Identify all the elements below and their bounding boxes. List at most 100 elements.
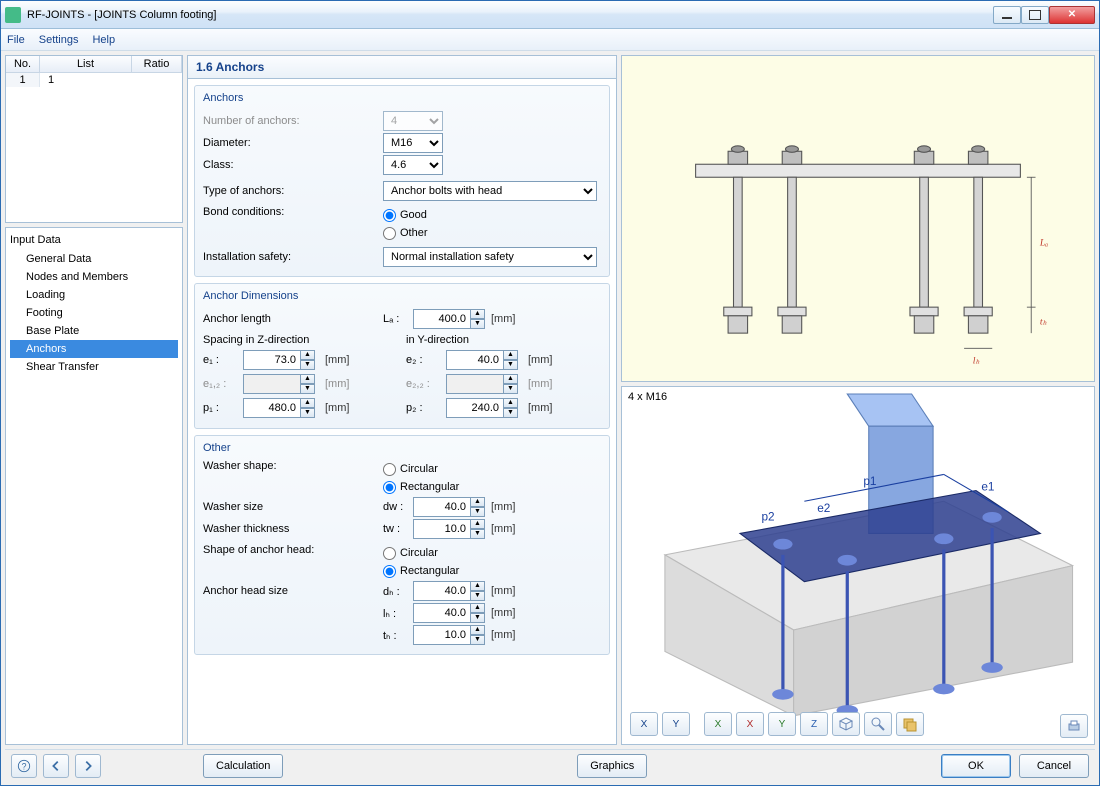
symbol-e12: e₁,₂ : bbox=[203, 378, 239, 390]
la-input[interactable]: ▲▼ bbox=[413, 309, 485, 329]
group-other-title: Other bbox=[203, 442, 601, 454]
label-head-size: Anchor head size bbox=[203, 585, 383, 597]
label-bond: Bond conditions: bbox=[203, 206, 383, 218]
layers-button[interactable] bbox=[896, 712, 924, 736]
dw-input[interactable]: ▲▼ bbox=[413, 497, 485, 517]
label-anchor-length: Anchor length bbox=[203, 313, 383, 325]
grid-header-list[interactable]: List bbox=[40, 56, 132, 72]
svg-text:Lₐ: Lₐ bbox=[1039, 237, 1048, 248]
label-install: Installation safety: bbox=[203, 251, 383, 263]
bottom-bar: ? Calculation Graphics OK Cancel bbox=[5, 749, 1095, 781]
rotate-neg-x-button[interactable]: X bbox=[736, 712, 764, 736]
svg-text:e2: e2 bbox=[817, 501, 830, 515]
anchor-type-select[interactable]: Anchor bolts with head bbox=[383, 181, 597, 201]
label-washer-shape: Washer shape: bbox=[203, 460, 383, 472]
iso-cube-button[interactable] bbox=[832, 712, 860, 736]
group-anchors-title: Anchors bbox=[203, 92, 601, 104]
menubar: File Settings Help bbox=[1, 29, 1099, 51]
calculation-button[interactable]: Calculation bbox=[203, 754, 283, 778]
view-x-button[interactable]: X bbox=[630, 712, 658, 736]
svg-text:?: ? bbox=[22, 761, 27, 771]
bond-other-radio[interactable]: Other bbox=[383, 224, 428, 242]
grid-header-ratio[interactable]: Ratio bbox=[132, 56, 182, 72]
help-button[interactable]: ? bbox=[11, 754, 37, 778]
svg-text:tₕ: tₕ bbox=[1040, 316, 1047, 327]
grid-header-no[interactable]: No. bbox=[6, 56, 40, 72]
p2-input[interactable]: ▲▼ bbox=[446, 398, 518, 418]
label-class: Class: bbox=[203, 159, 383, 171]
zoom-tool-button[interactable] bbox=[864, 712, 892, 736]
tree-item-anchors[interactable]: Anchors bbox=[10, 340, 178, 358]
next-button[interactable] bbox=[75, 754, 101, 778]
label-type: Type of anchors: bbox=[203, 185, 383, 197]
ok-button[interactable]: OK bbox=[941, 754, 1011, 778]
grid-row[interactable]: 1 1 bbox=[6, 73, 182, 87]
install-safety-select[interactable]: Normal installation safety bbox=[383, 247, 597, 267]
e22-input: ▲▼ bbox=[446, 374, 518, 394]
e2-input[interactable]: ▲▼ bbox=[446, 350, 518, 370]
group-dimensions: Anchor Dimensions Anchor length Lₐ : ▲▼ … bbox=[194, 283, 610, 429]
symbol-tw: tw : bbox=[383, 523, 413, 535]
dh-input[interactable]: ▲▼ bbox=[413, 581, 485, 601]
client-area: No. List Ratio 1 1 Input Data Genera bbox=[1, 51, 1099, 785]
symbol-p1: p₁ : bbox=[203, 402, 239, 414]
menu-help[interactable]: Help bbox=[92, 34, 115, 46]
bond-good-radio[interactable]: Good bbox=[383, 206, 428, 224]
symbol-lh: lₕ : bbox=[383, 607, 413, 620]
num-anchors-select: 4 bbox=[383, 111, 443, 131]
tree-item-footing[interactable]: Footing bbox=[10, 304, 178, 322]
diameter-select[interactable]: M16 bbox=[383, 133, 443, 153]
e1-input[interactable]: ▲▼ bbox=[243, 350, 315, 370]
tree-item-nodes[interactable]: Nodes and Members bbox=[10, 268, 178, 286]
prev-button[interactable] bbox=[43, 754, 69, 778]
label-washer-size: Washer size bbox=[203, 501, 383, 513]
rotate-x-button[interactable]: X bbox=[704, 712, 732, 736]
head-circular-radio[interactable]: Circular bbox=[383, 544, 459, 562]
minimize-button[interactable] bbox=[993, 6, 1021, 24]
head-rect-radio[interactable]: Rectangular bbox=[383, 562, 459, 580]
menu-file[interactable]: File bbox=[7, 34, 25, 46]
tree-item-loading[interactable]: Loading bbox=[10, 286, 178, 304]
group-other: Other Washer shape: Circular Rectangular… bbox=[194, 435, 610, 655]
label-washer-thk: Washer thickness bbox=[203, 523, 383, 535]
close-button[interactable] bbox=[1049, 6, 1095, 24]
p1-input[interactable]: ▲▼ bbox=[243, 398, 315, 418]
graphics-button[interactable]: Graphics bbox=[577, 754, 647, 778]
tree-item-shear[interactable]: Shear Transfer bbox=[10, 358, 178, 376]
group-dims-title: Anchor Dimensions bbox=[203, 290, 601, 302]
rotate-y-button[interactable]: Y bbox=[768, 712, 796, 736]
svg-text:p1: p1 bbox=[863, 474, 876, 488]
form-panel: 1.6 Anchors Anchors Number of anchors: 4… bbox=[187, 55, 617, 745]
menu-settings[interactable]: Settings bbox=[39, 34, 79, 46]
svg-text:e1: e1 bbox=[981, 479, 994, 493]
nav-tree: Input Data General Data Nodes and Member… bbox=[5, 227, 183, 745]
view-y-button[interactable]: Y bbox=[662, 712, 690, 736]
iso-drawing-icon: p1 e1 p2 e2 bbox=[622, 387, 1094, 744]
th-input[interactable]: ▲▼ bbox=[413, 625, 485, 645]
cancel-button[interactable]: Cancel bbox=[1019, 754, 1089, 778]
lh-input[interactable]: ▲▼ bbox=[413, 603, 485, 623]
tree-item-baseplate[interactable]: Base Plate bbox=[10, 322, 178, 340]
label-head-shape: Shape of anchor head: bbox=[203, 544, 383, 556]
symbol-e22: e₂,₂ : bbox=[406, 378, 442, 390]
schematic-view: Lₐ tₕ lₕ bbox=[621, 55, 1095, 382]
label-diameter: Diameter: bbox=[203, 137, 383, 149]
titlebar: RF-JOINTS - [JOINTS Column footing] bbox=[1, 1, 1099, 29]
class-select[interactable]: 4.6 bbox=[383, 155, 443, 175]
symbol-e2: e₂ : bbox=[406, 354, 442, 366]
label-num-anchors: Number of anchors: bbox=[203, 115, 383, 127]
window-title: RF-JOINTS - [JOINTS Column footing] bbox=[27, 9, 216, 21]
tree-root[interactable]: Input Data bbox=[10, 232, 178, 248]
print-view-button[interactable] bbox=[1060, 714, 1088, 738]
symbol-e1: e₁ : bbox=[203, 354, 239, 366]
maximize-button[interactable] bbox=[1021, 6, 1049, 24]
tree-item-general[interactable]: General Data bbox=[10, 250, 178, 268]
label-spacing-z: Spacing in Z-direction bbox=[203, 334, 398, 346]
anchor-schematic-icon: Lₐ tₕ lₕ bbox=[622, 56, 1094, 381]
washer-rect-radio[interactable]: Rectangular bbox=[383, 478, 459, 496]
svg-text:p2: p2 bbox=[761, 509, 774, 523]
tw-input[interactable]: ▲▼ bbox=[413, 519, 485, 539]
washer-circular-radio[interactable]: Circular bbox=[383, 460, 459, 478]
view-toolbar: X Y X X Y Z bbox=[626, 708, 928, 740]
rotate-z-button[interactable]: Z bbox=[800, 712, 828, 736]
